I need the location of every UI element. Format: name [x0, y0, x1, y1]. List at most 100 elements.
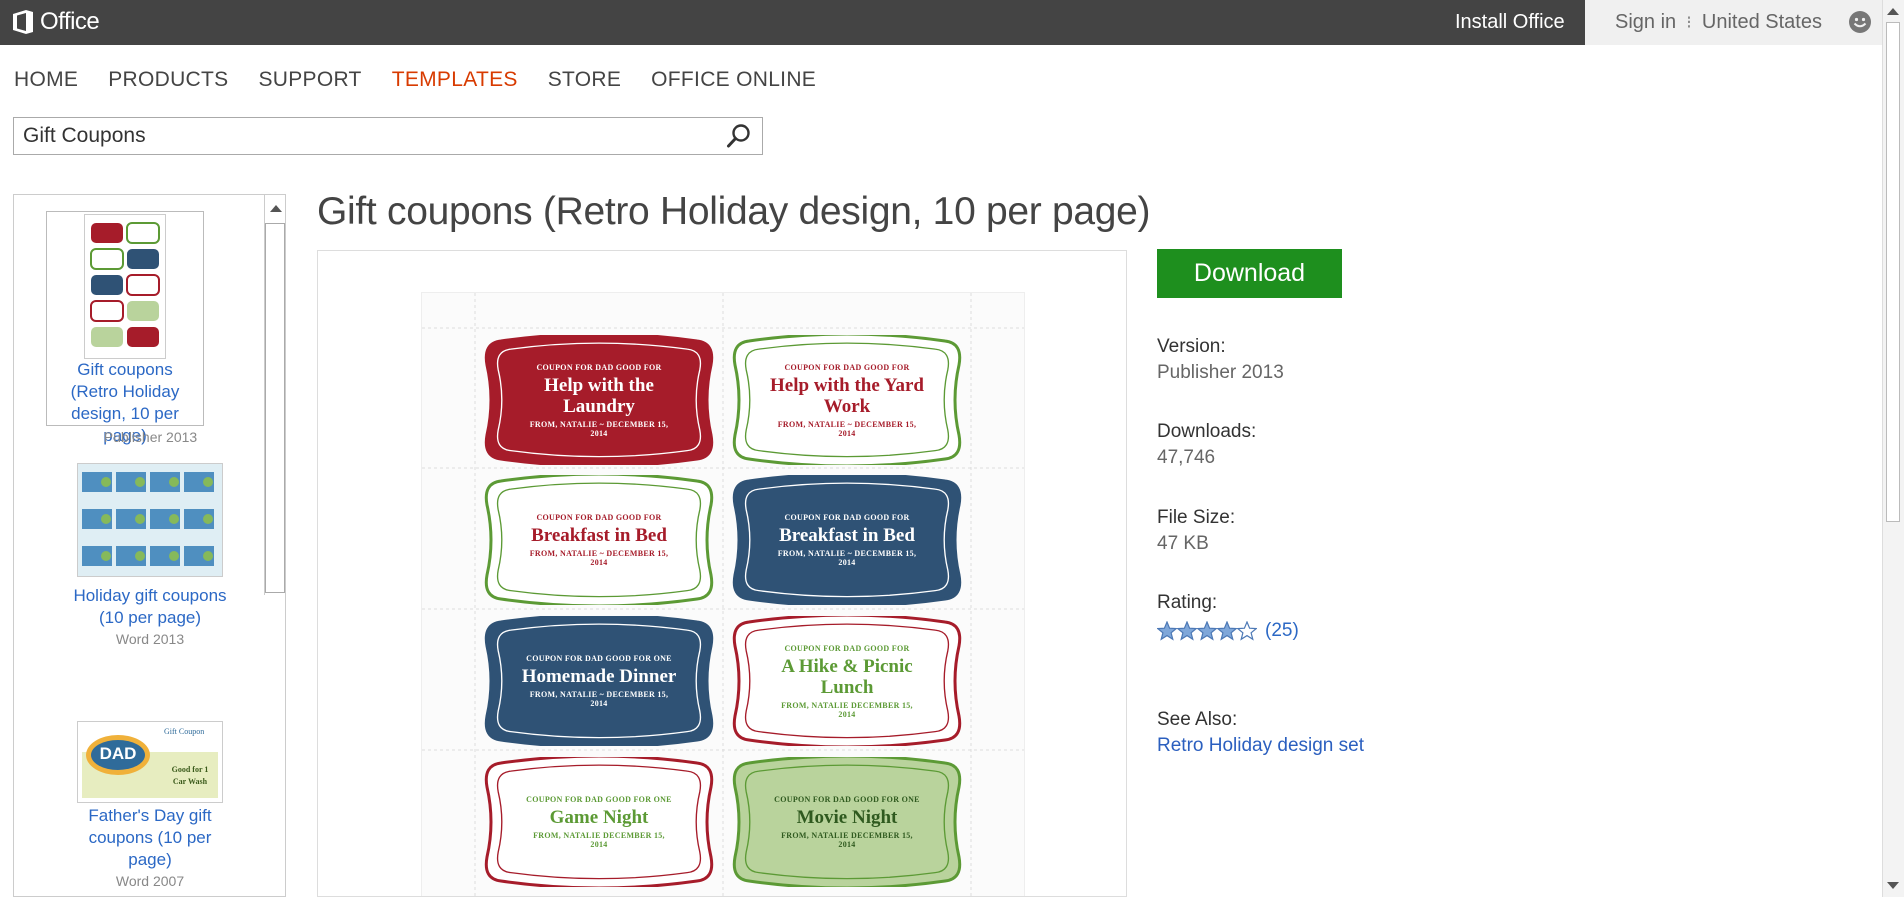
coupon-text: COUPON FOR DAD GOOD FOR ONE Movie Night FR… [727, 757, 967, 887]
version-value: Publisher 2013 [1157, 362, 1284, 383]
coupon-card: COUPON FOR DAD GOOD FOR Breakfast in Bed F… [727, 475, 967, 605]
filesize-label: File Size: [1157, 507, 1236, 528]
coupon-text: COUPON FOR DAD GOOD FOR ONE Game Night FRO… [479, 757, 719, 887]
top-bar-brand-area [0, 0, 1455, 45]
downloads-info: Downloads: 47,746 [1157, 421, 1256, 469]
scrollbar-thumb[interactable] [1886, 22, 1900, 522]
related-item-title[interactable]: Father's Day gift coupons (10 per page) [40, 803, 260, 871]
rating-label: Rating: [1157, 592, 1218, 613]
region-selector[interactable]: United States [1702, 11, 1822, 34]
scroll-down-arrow-icon[interactable] [1887, 882, 1899, 889]
coupon-from: FROM, NATALIE ~ DECEMBER 15, 2014 [777, 419, 917, 438]
coupon-text: COUPON FOR DAD GOOD FOR ONE Homemade Dinn… [479, 616, 719, 746]
template-thumbnail [77, 463, 223, 577]
search-icon[interactable] [726, 123, 752, 149]
coupon-text: COUPON FOR DAD GOOD FOR A Hike & Picnic L… [727, 616, 967, 746]
related-item[interactable]: DAD Gift Coupon Good for 1 Car Wash Fath… [40, 721, 260, 889]
star-icon [1157, 621, 1177, 641]
coupon-heading: COUPON FOR DAD GOOD FOR [536, 513, 662, 522]
version-info: Version: Publisher 2013 [1157, 336, 1284, 384]
coupon-title: A Hike & Picnic Lunch [781, 655, 913, 698]
coupon-from: FROM, NATALIE ~ DECEMBER 15, 2014 [529, 419, 669, 438]
nav-home[interactable]: HOME [14, 68, 78, 92]
related-item[interactable]: Holiday gift coupons (10 per page) Word … [40, 463, 260, 647]
search-input[interactable] [14, 118, 705, 154]
coupon-heading: COUPON FOR DAD GOOD FOR [784, 362, 910, 372]
coupon-title: Help with the Yard Work [770, 374, 924, 417]
thumbnail-heading: Gift Coupon [164, 727, 205, 736]
sign-in-link[interactable]: Sign in [1615, 11, 1676, 34]
coupon-card: COUPON FOR DAD GOOD FOR A Hike & Picnic L… [727, 616, 967, 746]
version-label: Version: [1157, 336, 1226, 357]
coupon-heading: COUPON FOR DAD GOOD FOR [784, 643, 910, 653]
nav-office-online[interactable]: OFFICE ONLINE [651, 68, 816, 92]
coupon-heading: COUPON FOR DAD GOOD FOR ONE [774, 795, 920, 804]
coupon-title: Breakfast in Bed [531, 525, 667, 546]
nav-store[interactable]: STORE [548, 68, 621, 92]
template-preview: COUPON FOR DAD GOOD FOR Help with the Lau… [317, 250, 1127, 897]
coupon-card: COUPON FOR DAD GOOD FOR ONE Game Night FRO… [479, 757, 719, 887]
coupon-title: Homemade Dinner [521, 666, 677, 687]
related-item-app: Word 2007 [115, 873, 185, 889]
related-item-selected[interactable]: Gift coupons (Retro Holiday design, 10 p… [46, 211, 204, 445]
coupon-heading: COUPON FOR DAD GOOD FOR ONE [526, 795, 672, 804]
feedback-smiley-icon[interactable] [1848, 10, 1872, 34]
related-templates-panel: Gift coupons (Retro Holiday design, 10 p… [13, 194, 286, 897]
star-row [1157, 621, 1257, 641]
downloads-label: Downloads: [1157, 421, 1257, 442]
coupon-from: FROM, NATALIE DECEMBER 15, 2014 [533, 831, 665, 849]
thumbnail-coupons-image [85, 215, 165, 358]
page-scrollbar[interactable] [1882, 0, 1904, 897]
install-office-label: Install Office [1455, 11, 1565, 33]
coupon-text: COUPON FOR DAD GOOD FOR Help with the Yar… [727, 335, 967, 465]
coupon-from: FROM, NATALIE DECEMBER 15, 2014 [781, 700, 913, 719]
install-office-button[interactable]: Install Office [1455, 0, 1585, 45]
rating-stars[interactable]: (25) [1157, 620, 1299, 642]
template-thumbnail [84, 214, 166, 359]
coupon-text: COUPON FOR DAD GOOD FOR Help with the Lau… [479, 335, 719, 465]
coupon-text: COUPON FOR DAD GOOD FOR Breakfast in Bed F… [727, 475, 967, 605]
coupon-card: COUPON FOR DAD GOOD FOR Breakfast in Bed F… [479, 475, 719, 605]
panel-scroll-thumb[interactable] [265, 223, 285, 593]
coupon-from: FROM, NATALIE ~ DECEMBER 15, 2014 [777, 549, 917, 567]
nav-products[interactable]: PRODUCTS [108, 68, 228, 92]
coupon-card: COUPON FOR DAD GOOD FOR Help with the Yar… [727, 335, 967, 465]
downloads-value: 47,746 [1157, 447, 1216, 468]
coupon-sheet: COUPON FOR DAD GOOD FOR Help with the Lau… [421, 292, 1025, 896]
coupon-heading: COUPON FOR DAD GOOD FOR [536, 362, 662, 372]
main-nav: HOME PRODUCTS SUPPORT TEMPLATES STORE OF… [14, 68, 846, 92]
nav-templates[interactable]: TEMPLATES [392, 68, 518, 92]
search-box [13, 117, 763, 155]
see-also: See Also: Retro Holiday design set [1157, 709, 1364, 757]
see-also-link[interactable]: Retro Holiday design set [1157, 735, 1364, 757]
related-panel-scrollbar[interactable] [264, 195, 285, 595]
coupon-heading: COUPON FOR DAD GOOD FOR [784, 513, 910, 522]
thumbnail-badge: DAD [99, 744, 137, 763]
related-item-title[interactable]: Holiday gift coupons (10 per page) [40, 577, 260, 629]
office-logo[interactable]: Office [12, 8, 100, 35]
related-item-app: Word 2013 [115, 631, 185, 647]
coupon-title: Game Night [549, 807, 649, 828]
account-area: Sign in ⁝ United States [1585, 0, 1822, 45]
coupon-from: FROM, NATALIE DECEMBER 15, 2014 [781, 831, 913, 849]
coupon-title: Help with the Laundry [544, 374, 654, 417]
coupon-card: COUPON FOR DAD GOOD FOR ONE Movie Night FR… [727, 757, 967, 887]
panel-scroll-up-icon[interactable] [270, 205, 282, 212]
related-item-app: Publisher 2013 [103, 429, 198, 445]
template-thumbnail: DAD Gift Coupon Good for 1 Car Wash [77, 721, 223, 803]
filesize-info: File Size: 47 KB [1157, 507, 1235, 555]
related-item-app-label-wrap: Publisher 2013 [14, 427, 234, 445]
rating-count-link[interactable]: (25) [1265, 620, 1299, 642]
nav-support[interactable]: SUPPORT [258, 68, 361, 92]
filesize-value: 47 KB [1157, 533, 1209, 554]
scroll-up-arrow-icon[interactable] [1887, 8, 1899, 15]
coupon-card: COUPON FOR DAD GOOD FOR Help with the Lau… [479, 335, 719, 465]
rating-info: Rating: (25) [1157, 592, 1299, 642]
coupon-title: Movie Night [796, 807, 898, 828]
star-icon [1177, 621, 1197, 641]
coupon-title: Breakfast in Bed [779, 525, 915, 546]
coupon-from: FROM, NATALIE ~ DECEMBER 15, 2014 [529, 549, 669, 567]
star-icon [1237, 621, 1257, 641]
download-button[interactable]: Download [1157, 249, 1342, 298]
coupon-card: COUPON FOR DAD GOOD FOR ONE Homemade Dinn… [479, 616, 719, 746]
